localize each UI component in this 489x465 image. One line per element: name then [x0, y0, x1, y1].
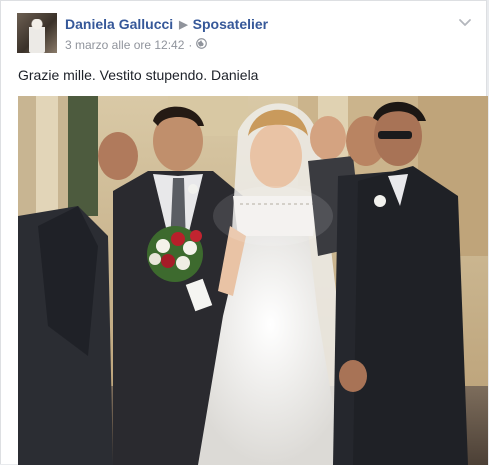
meta-separator: ·	[188, 38, 193, 52]
post-timestamp[interactable]: 3 marzo alle ore 12:42	[65, 38, 184, 52]
globe-icon[interactable]	[196, 37, 208, 52]
chevron-down-icon[interactable]	[458, 15, 472, 26]
wedding-photo	[18, 96, 488, 465]
author-avatar[interactable]	[17, 13, 57, 53]
post-message: Grazie mille. Vestito stupendo. Daniela	[18, 67, 259, 83]
post-photo[interactable]	[18, 96, 488, 465]
post-meta: 3 marzo alle ore 12:42 ·	[65, 37, 208, 53]
avatar-dress-shape	[29, 19, 45, 53]
author-name-link[interactable]: Daniela Gallucci	[65, 16, 173, 32]
shared-to-arrow-icon: ▶	[179, 19, 188, 31]
page-name-link[interactable]: Sposatelier	[193, 16, 268, 32]
post-card: Daniela Gallucci ▶ Sposatelier 3 marzo all…	[0, 0, 488, 465]
post-header: Daniela Gallucci ▶ Sposatelier	[65, 16, 268, 32]
